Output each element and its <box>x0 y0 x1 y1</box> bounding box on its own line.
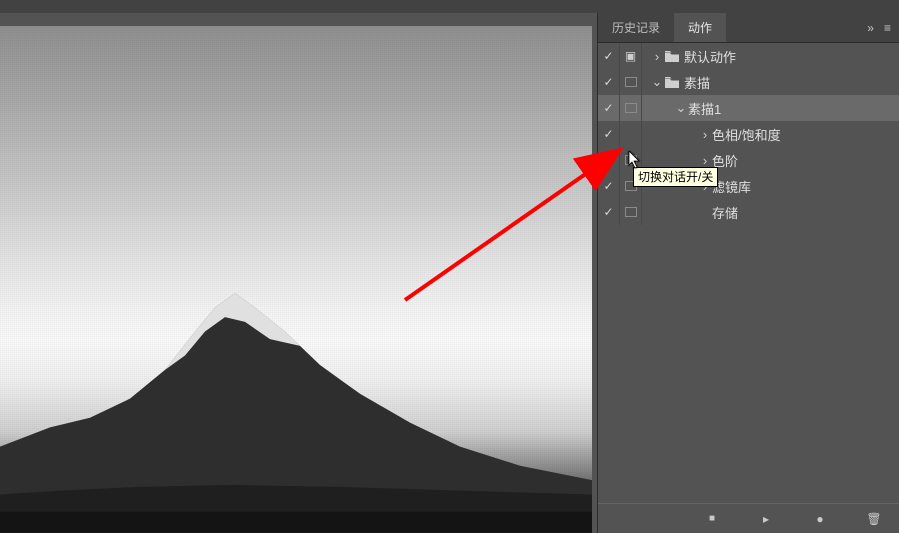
action-row[interactable]: ✓ ▣ › 默认动作 <box>598 43 899 69</box>
row-content: ⌄素描1 <box>642 95 899 121</box>
row-label: 素描1 <box>688 99 721 118</box>
check-icon: ✓ <box>603 49 613 63</box>
image-mountain <box>0 178 592 533</box>
toggle-dialog-button[interactable] <box>620 121 642 147</box>
dialog-box-icon <box>625 103 637 113</box>
action-row[interactable]: ✓ ⌄素描1 <box>598 95 899 121</box>
chevron-down-icon[interactable]: ⌄ <box>674 100 688 116</box>
toggle-enabled-checkbox[interactable]: ✓ <box>598 173 620 199</box>
action-row[interactable]: ✓ ⌄ 素描 <box>598 69 899 95</box>
row-label: 色相/饱和度 <box>712 125 781 144</box>
toggle-enabled-checkbox[interactable]: ✓ <box>598 69 620 95</box>
row-content: 存储 <box>642 199 899 225</box>
action-row[interactable]: ✓ ›色相/饱和度 <box>598 121 899 147</box>
tab-actions[interactable]: 动作 <box>674 13 726 42</box>
check-icon: ✓ <box>603 101 613 115</box>
toggle-enabled-checkbox[interactable]: ✓ <box>598 43 620 69</box>
panel-tab-bar: 历史记录 动作 » ≡ <box>598 13 899 43</box>
check-icon: ✓ <box>603 153 613 167</box>
dialog-box-icon <box>625 207 637 217</box>
document-canvas-wrap <box>0 26 605 533</box>
play-button[interactable]: ▸ <box>759 512 773 526</box>
toggle-enabled-checkbox[interactable]: ✓ <box>598 121 620 147</box>
document-canvas[interactable] <box>0 26 592 533</box>
check-icon: ✓ <box>603 205 613 219</box>
panel-menu-icon[interactable]: ≡ <box>884 21 891 35</box>
toggle-enabled-checkbox[interactable]: ✓ <box>598 95 620 121</box>
toggle-enabled-checkbox[interactable]: ✓ <box>598 199 620 225</box>
chevron-down-icon[interactable]: ⌄ <box>650 74 664 90</box>
chevron-right-icon[interactable]: › <box>698 153 712 168</box>
tooltip: 切换对话开/关 <box>633 167 718 187</box>
check-icon: ✓ <box>603 127 613 141</box>
row-content: ⌄ 素描 <box>642 69 899 95</box>
toggle-dialog-button[interactable] <box>620 199 642 225</box>
toggle-dialog-button[interactable]: ▣ <box>620 43 642 69</box>
chevron-right-icon[interactable]: › <box>698 127 712 142</box>
dialog-box-icon <box>625 77 637 87</box>
check-icon: ✓ <box>603 75 613 89</box>
row-label: 默认动作 <box>684 47 736 66</box>
action-row[interactable]: ✓ 存储 <box>598 199 899 225</box>
dialog-box-icon <box>625 155 637 165</box>
row-label: 素描 <box>684 73 710 92</box>
stop-button[interactable]: ■ <box>705 513 719 524</box>
row-content: › 默认动作 <box>642 43 899 69</box>
folder-icon <box>664 51 680 62</box>
row-content: ›色相/饱和度 <box>642 121 899 147</box>
trash-button[interactable]: 🗑 <box>867 512 881 526</box>
record-button[interactable]: ● <box>813 512 827 526</box>
panel-more-icon[interactable]: » <box>867 21 874 35</box>
toggle-dialog-button[interactable] <box>620 69 642 95</box>
app-top-bar <box>0 0 899 13</box>
folder-icon <box>664 77 680 88</box>
set-options-icon: ▣ <box>625 49 636 63</box>
toggle-dialog-button[interactable] <box>620 95 642 121</box>
toggle-enabled-checkbox[interactable]: ✓ <box>598 147 620 173</box>
actions-panel: 历史记录 动作 » ≡ ✓▣›默认动作✓⌄素描✓⌄素描1✓›色相/饱和度✓›色阶… <box>597 13 899 533</box>
check-icon: ✓ <box>603 179 613 193</box>
chevron-right-icon[interactable]: › <box>650 49 664 64</box>
row-label: 存储 <box>712 203 738 222</box>
panel-footer: ■ ▸ ● 🗑 <box>598 503 899 533</box>
actions-list: ✓▣›默认动作✓⌄素描✓⌄素描1✓›色相/饱和度✓›色阶切换对话开/关✓›滤镜库… <box>598 43 899 503</box>
tab-history[interactable]: 历史记录 <box>598 13 674 42</box>
